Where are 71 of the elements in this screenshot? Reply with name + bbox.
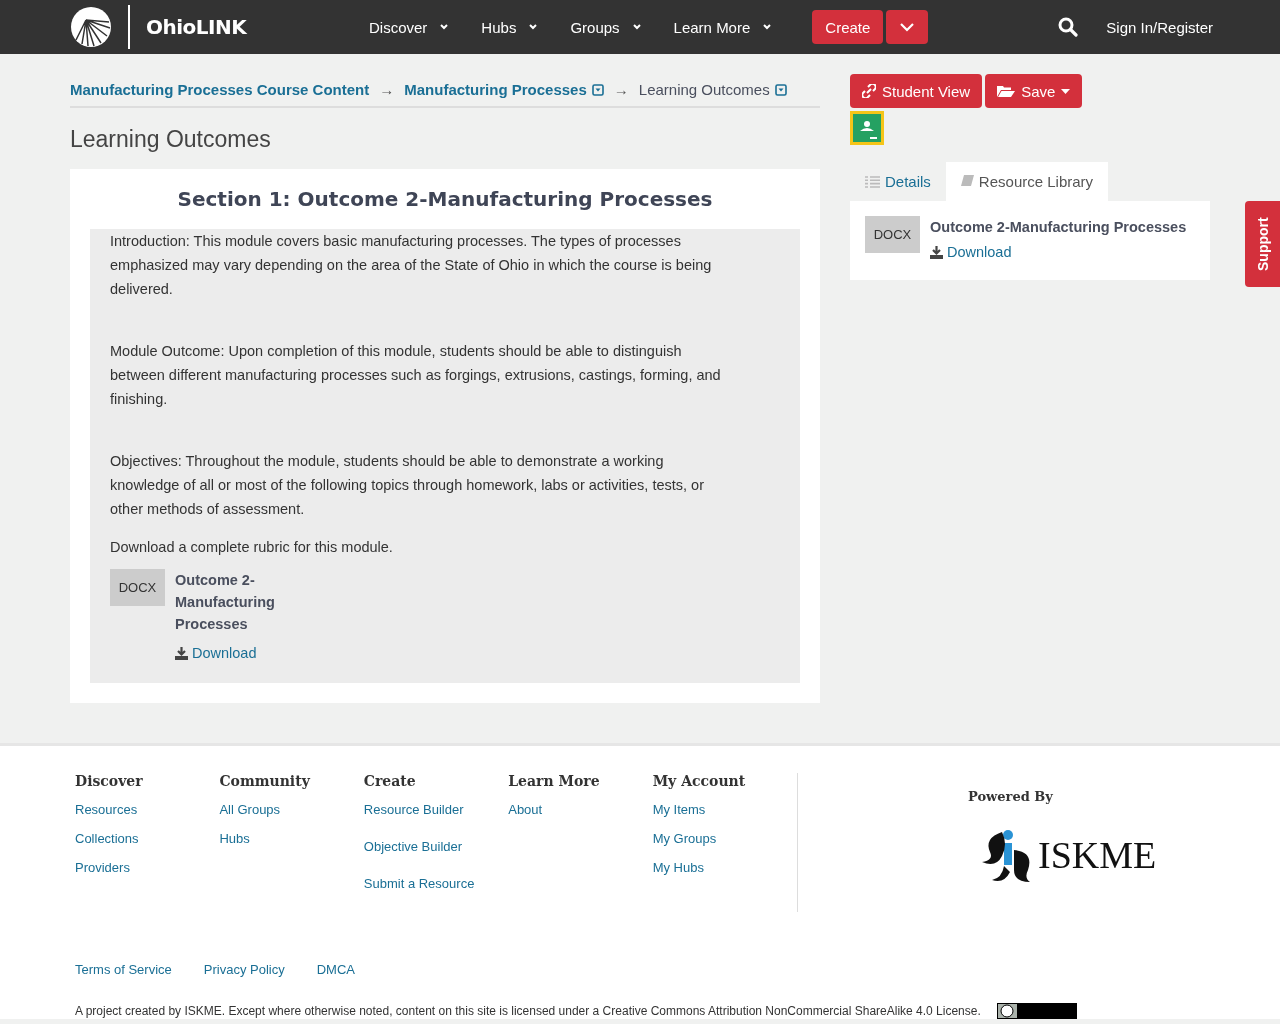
footer-link[interactable]: Collections (75, 830, 220, 847)
legal-link[interactable]: DMCA (316, 962, 355, 977)
chevron-down-icon (631, 23, 642, 31)
save-button[interactable]: Save (985, 74, 1083, 108)
footer-link[interactable]: My Groups (652, 830, 798, 847)
paragraph: Objectives: Throughout the module, students should be able to demonstrate a working knowledge of all or most of the following topics through homework, labs or activities, tests, or other methods of assessment. (110, 452, 705, 519)
footer-link[interactable]: Hubs (219, 830, 364, 847)
logo-icon[interactable] (70, 6, 112, 48)
list-icon (865, 175, 880, 188)
breadcrumb-separator: → (379, 81, 395, 98)
search-icon[interactable] (1058, 17, 1079, 37)
license-badge-icon[interactable] (996, 1003, 1077, 1019)
file-name[interactable]: Outcome 2-Manufacturing Processes (175, 569, 295, 635)
folder-icon (997, 84, 1016, 98)
powered-by-label: Powered By (968, 789, 1054, 804)
footer-link[interactable]: Objective Builder (363, 838, 509, 855)
footer-heading: Community (219, 773, 312, 789)
link-icon (862, 84, 876, 98)
footer-heading: My Account (652, 773, 747, 789)
brand-name[interactable]: OhioLINK (146, 15, 247, 39)
download-icon (175, 646, 188, 660)
footer-link[interactable]: My Items (652, 801, 798, 818)
nav-menu-item[interactable]: Learn More (673, 18, 773, 36)
breadcrumb-link[interactable]: Learning Outcomes (638, 81, 787, 98)
tab[interactable]: Resource Library (945, 162, 1109, 201)
download-link[interactable]: Download (175, 641, 295, 665)
rubric-note: Download a complete rubric for this module. (110, 538, 394, 557)
footer-link[interactable]: My Hubs (652, 859, 798, 876)
footer-link[interactable]: Providers (75, 859, 220, 876)
nav-menu-item[interactable]: Discover (369, 18, 450, 36)
paragraph: Introduction: This module covers basic manufacturing processes. The types of processes emphasized may vary depending on the area of the State of Ohio in which the course is being delivered. (110, 232, 713, 299)
section-title: Section 1: Outcome 2-Manufacturing Processes (176, 187, 714, 211)
dropdown-square-icon (774, 83, 787, 96)
breadcrumb-link[interactable]: Manufacturing Processes Course Content (70, 81, 370, 98)
tab[interactable]: Details (850, 162, 946, 201)
footer-heading: Create (363, 773, 417, 789)
chevron-down-icon (899, 22, 916, 32)
footer-link[interactable]: Submit a Resource (363, 875, 509, 892)
student-view-button[interactable]: Student View (850, 74, 983, 108)
chevron-down-icon (439, 23, 450, 31)
footer-link[interactable]: About (508, 801, 653, 818)
download-icon (930, 245, 943, 259)
footer-link[interactable]: Resource Builder (363, 801, 509, 818)
file-type-thumbnail: DOCX (865, 216, 920, 253)
chevron-down-icon (528, 23, 539, 31)
create-dropdown-button[interactable] (886, 10, 929, 44)
support-tab[interactable]: Support (1245, 201, 1280, 287)
legal-link[interactable]: Terms of Service (75, 962, 172, 977)
create-button[interactable]: Create (812, 10, 884, 44)
footer-link[interactable]: All Groups (219, 801, 364, 818)
license-note: A project created by ISKME. Except where otherwise noted, content on this site is licensed under a Creative Commons Attribution NonCommercial ShareAlike 4.0 License. (75, 1004, 981, 1018)
breadcrumb-link[interactable]: Manufacturing Processes (404, 81, 604, 98)
nav-menu-item[interactable]: Groups (570, 18, 642, 36)
chevron-down-icon (762, 23, 773, 31)
page-title: Learning Outcomes (70, 126, 272, 153)
partner-logo-text[interactable]: ISKME (1038, 833, 1157, 877)
breadcrumb-separator: → (613, 81, 629, 98)
paragraph: Module Outcome: Upon completion of this module, students should be able to distinguish between different manufacturing processes such as forgings, extrusions, castings, forming, and finishing. (110, 342, 722, 409)
footer-link[interactable]: Resources (75, 801, 220, 818)
footer-heading: Learn More (508, 773, 601, 789)
sign-in-link[interactable]: Sign In/Register (1106, 18, 1214, 36)
file-name[interactable]: Outcome 2-Manufacturing Processes (930, 216, 1187, 238)
dropdown-square-icon (591, 83, 604, 96)
caret-icon (1061, 88, 1071, 94)
download-link[interactable]: Download (930, 244, 1187, 260)
nav-menu-item[interactable]: Hubs (481, 18, 539, 36)
legal-link[interactable]: Privacy Policy (203, 962, 285, 977)
classroom-share-icon[interactable] (850, 111, 884, 145)
file-type-thumbnail: DOCX (110, 569, 165, 606)
footer-heading: Discover (75, 773, 144, 789)
book-icon (960, 175, 974, 188)
